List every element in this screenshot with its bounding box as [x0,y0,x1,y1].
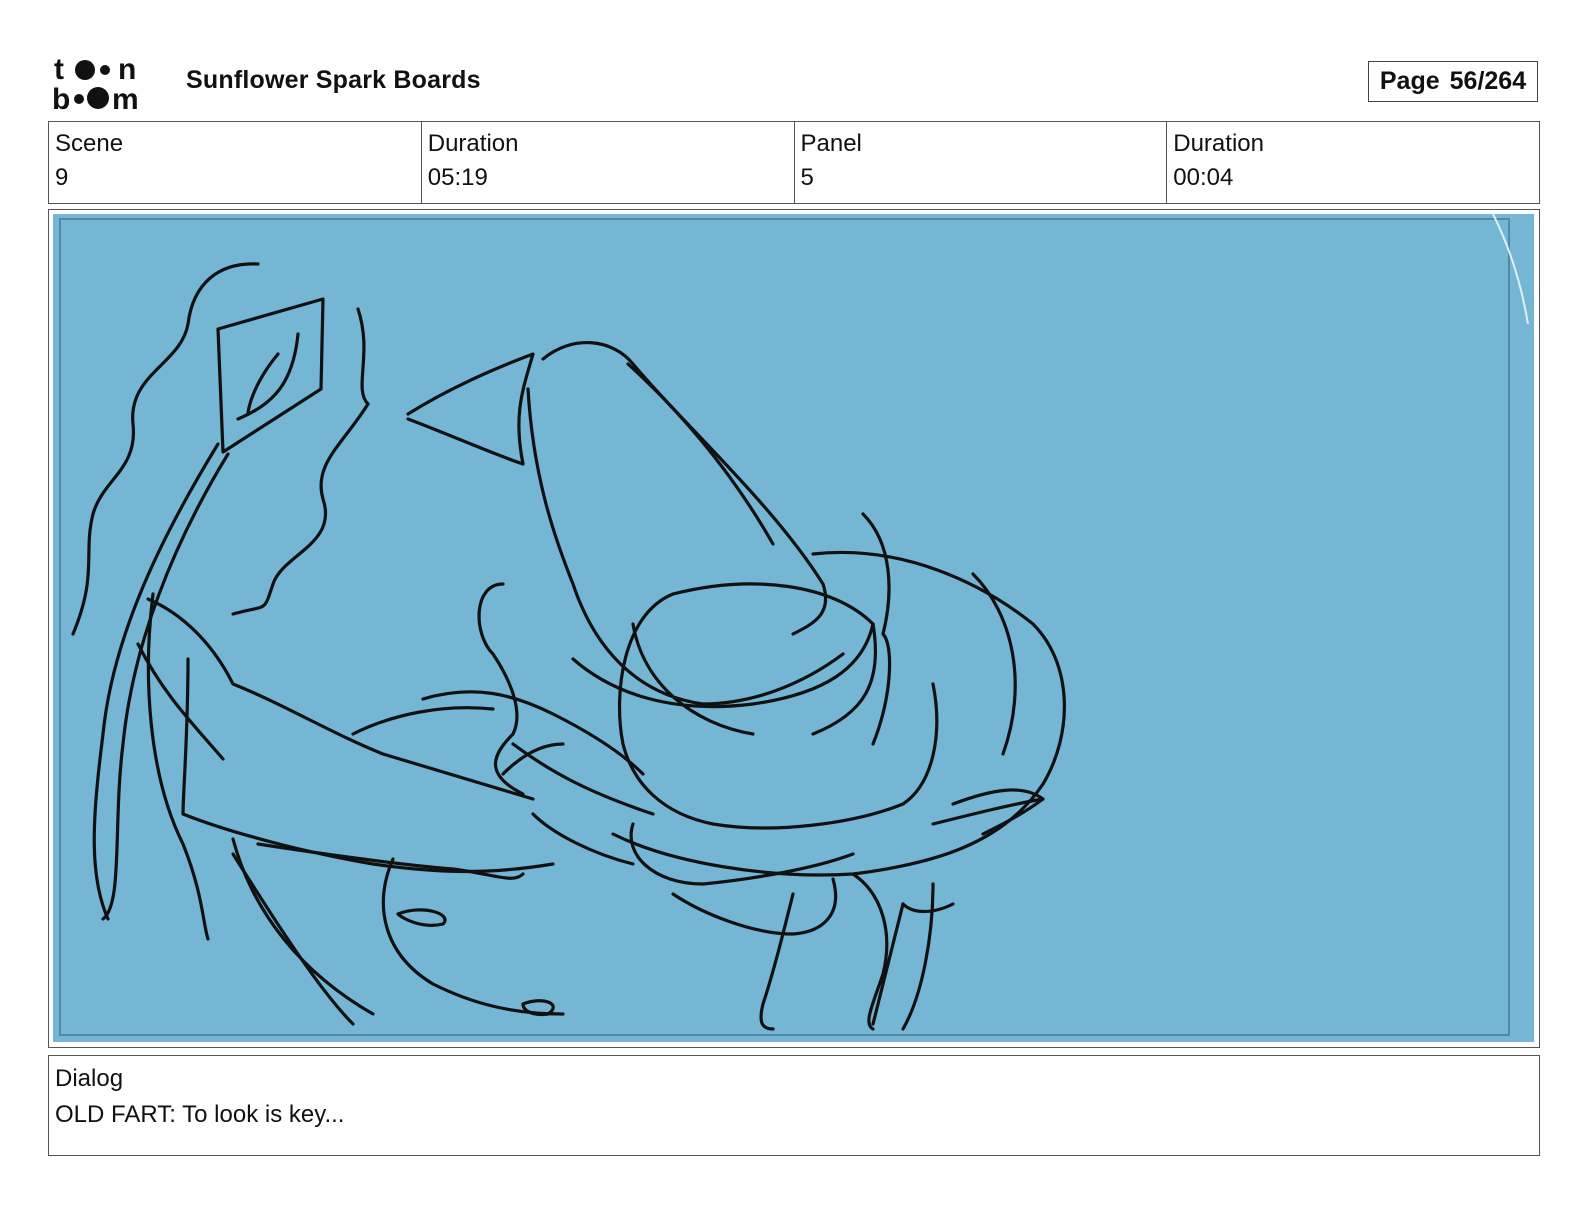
panel-cell: Panel 5 [795,122,1168,203]
scene-duration-label: Duration [427,130,519,157]
document-title: Sunflower Spark Boards [186,66,481,94]
page-number: 56/264 [1449,67,1527,95]
dialog-label: Dialog [55,1065,124,1092]
dialog-text: OLD FART: To look is key... [55,1101,345,1128]
scene-duration-cell: Duration 05:19 [422,122,795,203]
scene-value: 9 [55,164,69,191]
svg-text:m: m [112,83,139,112]
panel-duration-cell: Duration 00:04 [1167,122,1539,203]
page-indicator: Page 56/264 [1368,61,1538,102]
scene-cell: Scene 9 [49,122,422,203]
toonboom-logo: toonboom t n b m [52,53,139,112]
scene-duration-value: 05:19 [427,164,488,191]
dialog-box: Dialog OLD FART: To look is key... [48,1055,1540,1156]
storyboard-panel [48,209,1540,1048]
panel-label: Panel [800,130,862,157]
panel-value: 5 [800,164,814,191]
svg-text:b: b [52,83,70,112]
svg-text:t: t [54,53,64,86]
page-label: Page [1379,67,1440,95]
panel-info-table: Scene 9 Duration 05:19 Panel 5 Duration … [48,121,1540,204]
panel-duration-label: Duration [1173,130,1264,157]
svg-text:n: n [118,53,136,86]
scene-label: Scene [55,130,124,157]
panel-sketch [53,214,1534,1042]
panel-duration-value: 00:04 [1173,164,1234,191]
